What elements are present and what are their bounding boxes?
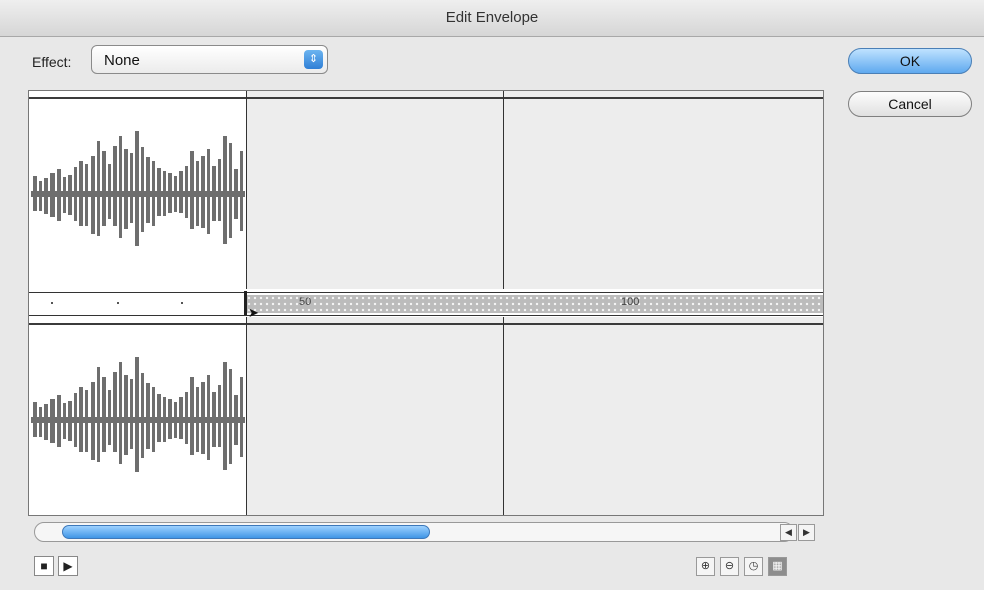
seconds-icon: ◷ bbox=[748, 560, 759, 572]
scroll-right-arrow-icon[interactable]: ▶ bbox=[798, 524, 815, 541]
timeline-ruler[interactable]: 50 100 ➤ bbox=[29, 291, 823, 320]
envelope-line-bottom[interactable] bbox=[29, 323, 823, 325]
right-channel-pane[interactable] bbox=[29, 317, 823, 515]
scroll-left-arrow-icon[interactable]: ◀ bbox=[780, 524, 797, 541]
ok-button[interactable]: OK bbox=[848, 48, 972, 74]
play-button[interactable]: ▶ bbox=[58, 556, 78, 576]
stop-button[interactable]: ■ bbox=[34, 556, 54, 576]
effect-label: Effect: bbox=[32, 54, 72, 70]
select-arrows-icon: ⇕ bbox=[304, 50, 323, 69]
timeline-divider-top bbox=[503, 91, 504, 289]
silent-region bbox=[246, 295, 823, 313]
ruler-dot bbox=[117, 302, 119, 304]
waveform-top bbox=[31, 131, 245, 246]
left-channel-pane[interactable] bbox=[29, 91, 823, 289]
frames-icon: ▦ bbox=[772, 560, 783, 572]
envelope-editor[interactable]: 50 100 ➤ bbox=[28, 90, 824, 516]
zoom-out-icon: ⊖ bbox=[724, 560, 735, 572]
frames-button[interactable]: ▦ bbox=[768, 557, 787, 576]
sound-end-marker-bottom bbox=[246, 317, 247, 515]
seconds-button[interactable]: ◷ bbox=[744, 557, 763, 576]
window-title: Edit Envelope bbox=[445, 9, 539, 26]
waveform-bottom bbox=[31, 357, 245, 472]
horizontal-scrollbar[interactable] bbox=[34, 522, 794, 542]
ruler-tick-label: 50 bbox=[299, 296, 312, 308]
zoom-in-button[interactable]: ⊕ bbox=[696, 557, 715, 576]
sound-end-marker-top bbox=[246, 91, 247, 289]
stop-icon: ■ bbox=[40, 559, 48, 573]
play-icon: ▶ bbox=[63, 559, 73, 573]
ruler-dot bbox=[181, 302, 183, 304]
scrollbar-thumb[interactable] bbox=[62, 525, 430, 539]
envelope-line-top[interactable] bbox=[29, 97, 823, 99]
effect-value: None bbox=[104, 52, 140, 69]
title-bar: Edit Envelope bbox=[0, 0, 984, 37]
zoom-out-button[interactable]: ⊖ bbox=[720, 557, 739, 576]
effect-select[interactable]: None ⇕ bbox=[91, 45, 328, 74]
edit-envelope-dialog: Edit Envelope Effect: None ⇕ OK Cancel 5… bbox=[0, 0, 984, 590]
sound-end-handle[interactable] bbox=[244, 291, 247, 315]
zoom-in-icon: ⊕ bbox=[700, 560, 711, 572]
timeline-divider-bottom bbox=[503, 317, 504, 515]
ruler-dot bbox=[51, 302, 53, 304]
cancel-button[interactable]: Cancel bbox=[848, 91, 972, 117]
ruler-tick-label: 100 bbox=[621, 296, 640, 308]
